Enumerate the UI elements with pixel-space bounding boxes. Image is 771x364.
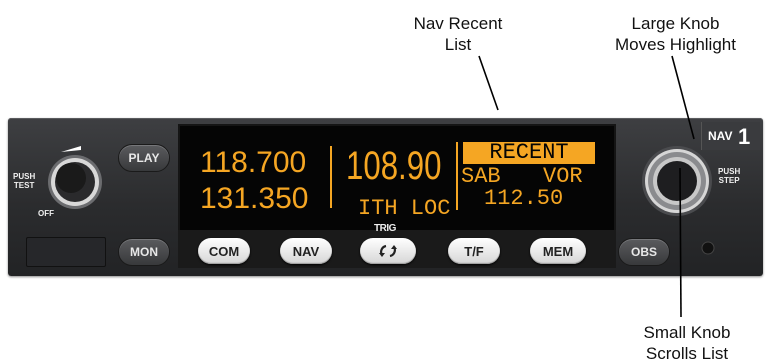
- callout-line-2: List: [444, 35, 472, 54]
- concentric-knob[interactable]: [640, 144, 714, 218]
- display-screen: 118.700 131.350 108.90 ITH LOC RECENT SA…: [178, 124, 616, 234]
- trig-logo: TRIG: [374, 223, 396, 234]
- volume-knob[interactable]: [41, 138, 113, 218]
- volume-push-label: PUSH TEST: [13, 172, 36, 190]
- recent-item-frequency[interactable]: 112.50: [484, 186, 563, 211]
- com-button[interactable]: COM: [198, 238, 250, 264]
- divider: [456, 142, 458, 210]
- callout-line-2: Moves Highlight: [615, 35, 736, 54]
- play-button[interactable]: PLAY: [118, 144, 170, 172]
- mem-button[interactable]: MEM: [530, 238, 586, 264]
- tf-button[interactable]: T/F: [448, 238, 500, 264]
- com-standby-frequency: 131.350: [200, 182, 309, 215]
- swap-arrows-icon: [379, 244, 397, 258]
- photocell-icon: [701, 241, 715, 255]
- nav-badge-text: NAV: [708, 129, 733, 143]
- obs-button[interactable]: OBS: [618, 238, 670, 266]
- callout-small-knob: Small Knob Scrolls List: [602, 322, 771, 364]
- knob-push-step-label: PUSH STEP: [718, 167, 741, 185]
- divider: [330, 146, 332, 208]
- small-knob[interactable]: [657, 161, 697, 201]
- callout-line-1: Small Knob: [643, 323, 731, 342]
- mon-button[interactable]: MON: [118, 238, 170, 266]
- nav-ident: ITH LOC: [358, 196, 451, 221]
- callout-line-2: Scrolls List: [645, 344, 729, 363]
- volume-indicator-icon: [61, 146, 81, 152]
- callout-nav-recent-list: Nav Recent List: [388, 13, 528, 55]
- radio-panel: PUSH TEST OFF PLAY MON 118.700 131.350 1…: [8, 118, 763, 276]
- nav-active-frequency: 108.90: [346, 144, 442, 188]
- callout-line-1: Large Knob: [631, 14, 720, 33]
- callout-large-knob: Large Knob Moves Highlight: [588, 13, 763, 55]
- blank-key: [26, 237, 106, 267]
- nav-button[interactable]: NAV: [280, 238, 332, 264]
- swap-button[interactable]: [360, 238, 416, 264]
- leader-nav-recent: [478, 55, 499, 111]
- recent-header: RECENT: [463, 142, 595, 164]
- callout-line-1: Nav Recent: [413, 14, 503, 33]
- com-active-frequency: 118.700: [200, 146, 307, 179]
- nav-badge-number: 1: [738, 124, 751, 149]
